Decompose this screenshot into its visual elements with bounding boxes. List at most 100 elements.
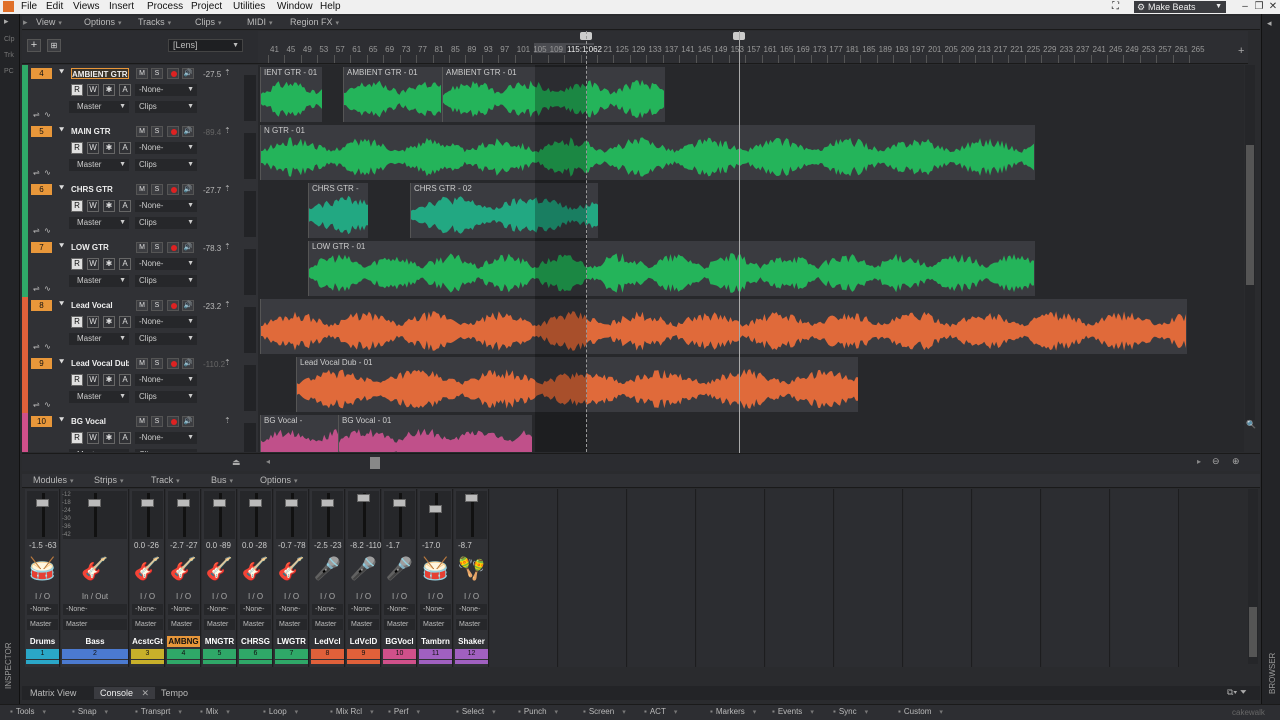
tab-console[interactable]: Console ✕ <box>94 687 156 699</box>
input-echo-button[interactable]: 🔊 <box>182 184 194 195</box>
track-header[interactable]: 5 ⯆ MAIN GTR M S 🔊 -89.4 ⇡ R W ✱ A -None… <box>22 123 258 181</box>
shaker-icon[interactable]: 🪇 <box>457 554 486 584</box>
mute-button[interactable]: M <box>136 416 148 427</box>
track-header[interactable]: 9 ⯆ Lead Vocal Dub M S 🔊 -110.2 ⇡ R W ✱ … <box>22 355 258 413</box>
track-input-select[interactable]: -None- ▼ <box>135 374 197 386</box>
menu-modules[interactable]: Modules ▾ <box>33 475 74 485</box>
volume-fader[interactable] <box>456 491 487 539</box>
tambourine-icon[interactable]: 🥁 <box>421 554 450 584</box>
collapse-icon[interactable]: ⏏ <box>232 457 241 468</box>
track-edit-filter-select[interactable]: Clips ▼ <box>135 333 197 345</box>
track-edit-filter-select[interactable]: Clips ▼ <box>135 159 197 171</box>
volume-fader[interactable] <box>63 491 127 539</box>
control-bar-module[interactable]: ▪ Custom ▾ <box>898 707 943 716</box>
menu-file[interactable]: File <box>21 1 37 12</box>
mute-button[interactable]: M <box>136 358 148 369</box>
track-horizontal-scrollbar[interactable]: ⏏ ◂ ▸ ⊖ ⊕ <box>22 453 1260 471</box>
track-name[interactable]: BG Vocal <box>71 416 129 427</box>
control-bar-module[interactable]: ▪ Mix ▾ <box>200 707 230 716</box>
solo-button[interactable]: S <box>151 242 163 253</box>
console-vertical-scrollbar[interactable] <box>1248 489 1258 664</box>
restore-icon[interactable]: ❐ <box>1252 0 1266 13</box>
track-edit-filter-select[interactable]: Clips ▼ <box>135 217 197 229</box>
strip-io-label[interactable]: In / Out <box>62 592 128 601</box>
track-lane-icons[interactable]: ⇌ ∿ <box>33 342 51 351</box>
freeze-button[interactable]: ✱ <box>103 142 115 154</box>
mute-button[interactable]: M <box>136 242 148 253</box>
volume-fader[interactable] <box>384 491 415 539</box>
strip-name[interactable]: LedVcl <box>311 636 344 647</box>
freeze-button[interactable]: ✱ <box>103 316 115 328</box>
record-arm-button[interactable] <box>167 68 179 79</box>
input-echo-button[interactable]: 🔊 <box>182 242 194 253</box>
control-bar-module[interactable]: ▪ Snap ▾ <box>72 707 108 716</box>
strip-io-label[interactable]: I / O <box>419 592 452 601</box>
archive-button[interactable]: A <box>119 432 131 444</box>
strip-input-select[interactable]: -None- <box>132 604 163 615</box>
strip-name[interactable]: BGVocl <box>383 636 416 647</box>
track-expand-icon[interactable]: ⯆ <box>58 241 65 252</box>
menu-console-track[interactable]: Track ▾ <box>151 475 180 485</box>
drums-icon[interactable]: 🥁 <box>28 554 57 584</box>
input-echo-button[interactable]: 🔊 <box>182 416 194 427</box>
track-edit-filter-select[interactable]: Clips ▼ <box>135 391 197 403</box>
channel-strip[interactable]: -1.7 🎤 I / O -None- Master BGVocl 10 <box>382 489 417 667</box>
track-name[interactable]: LOW GTR <box>71 242 129 253</box>
track-header[interactable]: 8 ⯆ Lead Vocal M S 🔊 -23.2 ⇡ R W ✱ A -No… <box>22 297 258 355</box>
track-header[interactable]: 4 ⯆ AMBIENT GTR M S 🔊 -27.5 ⇡ R W ✱ A -N… <box>22 65 258 123</box>
strip-io-label[interactable]: I / O <box>239 592 272 601</box>
strip-io-label[interactable]: I / O <box>203 592 236 601</box>
volume-fader[interactable] <box>420 491 451 539</box>
control-bar-module[interactable]: ▪ Punch ▾ <box>518 707 558 716</box>
control-bar-module[interactable]: ▪ Events ▾ <box>772 707 814 716</box>
solo-button[interactable]: S <box>151 184 163 195</box>
track-output-select[interactable]: Master ▼ <box>69 391 129 403</box>
track-collapse-icon[interactable]: ⇡ <box>224 300 231 309</box>
track-lane[interactable]: N GTR - 01 <box>258 123 1244 181</box>
electric-guitar-icon[interactable]: 🎸 <box>169 554 198 584</box>
menu-insert[interactable]: Insert <box>109 1 134 12</box>
read-automation-button[interactable]: R <box>71 316 83 328</box>
channel-strip[interactable]: 0.0 -89 🎸 I / O -None- Master MNGTR 5 <box>202 489 237 667</box>
volume-fader[interactable] <box>348 491 379 539</box>
control-bar-module[interactable]: ▪ Screen ▾ <box>583 707 626 716</box>
track-output-select[interactable]: Master ▼ <box>69 333 129 345</box>
zoom-plus-icon[interactable]: + <box>1238 45 1244 57</box>
strip-io-label[interactable]: I / O <box>26 592 59 601</box>
track-lane-icons[interactable]: ⇌ ∿ <box>33 110 51 119</box>
strip-name[interactable]: Drums <box>26 636 59 647</box>
track-lane[interactable]: BG Vocal - BG Vocal - 01 <box>258 413 1244 452</box>
strip-input-select[interactable]: -None- <box>168 604 199 615</box>
menu-region-fx[interactable]: Region FX ▾ <box>290 17 339 27</box>
solo-button[interactable]: S <box>151 416 163 427</box>
track-collapse-icon[interactable]: ⇡ <box>224 416 231 425</box>
audio-clip[interactable]: LOW GTR - 01 <box>308 241 1035 296</box>
freeze-button[interactable]: ✱ <box>103 432 115 444</box>
menu-track-view[interactable]: View ▾ <box>36 17 62 27</box>
strip-output-select[interactable]: Master <box>132 619 163 630</box>
strip-output-select[interactable]: Master <box>348 619 379 630</box>
microphone-icon[interactable]: 🎤 <box>385 554 414 584</box>
archive-button[interactable]: A <box>119 374 131 386</box>
track-lane-icons[interactable]: ⇌ ∿ <box>33 168 51 177</box>
track-name[interactable]: Lead Vocal <box>71 300 129 311</box>
control-bar-module[interactable]: ▪ Select ▾ <box>456 707 496 716</box>
track-lane[interactable]: IENT GTR - 01 AMBIENT GTR - 01 AMBIENT G… <box>258 65 1244 123</box>
track-vertical-scrollbar[interactable] <box>1245 65 1255 420</box>
channel-strip[interactable]: -17.0 🥁 I / O -None- Master Tambrn 11 <box>418 489 453 667</box>
strip-input-select[interactable]: -None- <box>204 604 235 615</box>
track-lane[interactable]: CHRS GTR - CHRS GTR - 02 <box>258 181 1244 239</box>
strip-io-label[interactable]: I / O <box>275 592 308 601</box>
menu-bus[interactable]: Bus ▾ <box>211 475 233 485</box>
strip-name[interactable]: LWGTR <box>275 636 308 647</box>
microphone-icon[interactable]: 🎤 <box>349 554 378 584</box>
write-automation-button[interactable]: W <box>87 316 99 328</box>
channel-strip[interactable]: 0.0 -26 🎸 I / O -None- Master AcstcGt 3 <box>130 489 165 667</box>
track-collapse-icon[interactable]: ⇡ <box>224 126 231 135</box>
time-ruler[interactable]: 41 45 49 53 57 61 65 69 73 77 81 85 89 93 97 101 105 109 1… <box>258 31 1248 64</box>
menu-utilities[interactable]: Utilities <box>233 1 265 12</box>
lens-select[interactable]: [Lens] ▼ <box>168 39 243 52</box>
track-edit-filter-select[interactable]: Clips ▼ <box>135 101 197 113</box>
control-bar-module[interactable]: ▪ Mix Rcl ▾ <box>330 707 374 716</box>
solo-button[interactable]: S <box>151 126 163 137</box>
